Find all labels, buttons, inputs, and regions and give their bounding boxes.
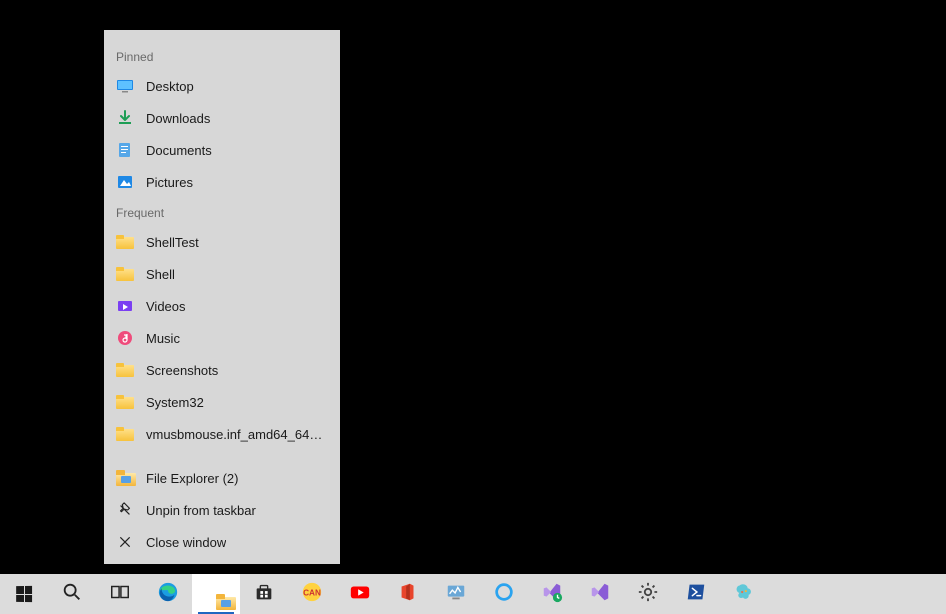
- vs-installer-button[interactable]: [528, 574, 576, 614]
- visual-studio-button[interactable]: [576, 574, 624, 614]
- task-unpin[interactable]: Unpin from taskbar: [104, 494, 340, 526]
- vs-installer-icon: [541, 581, 563, 608]
- task-view-icon: [109, 581, 131, 608]
- windows-logo-icon: [16, 586, 32, 602]
- youtube-icon: [349, 581, 371, 608]
- start-button[interactable]: [0, 574, 48, 614]
- task-label: Close window: [146, 535, 226, 550]
- search-button[interactable]: [48, 574, 96, 614]
- pinned-item-downloads[interactable]: Downloads: [104, 102, 340, 134]
- office-button[interactable]: [384, 574, 432, 614]
- copilot-button[interactable]: [720, 574, 768, 614]
- youtube-button[interactable]: [336, 574, 384, 614]
- folder-icon: [116, 233, 134, 251]
- task-close-window[interactable]: Close window: [104, 526, 340, 558]
- diag-button[interactable]: [432, 574, 480, 614]
- frequent-item-label: System32: [146, 395, 204, 410]
- pinned-item-desktop[interactable]: Desktop: [104, 70, 340, 102]
- task-label: File Explorer (2): [146, 471, 238, 486]
- copilot-icon: [733, 581, 755, 608]
- frequent-header: Frequent: [104, 198, 340, 226]
- frequent-item-label: Music: [146, 331, 180, 346]
- unpin-icon: [116, 501, 134, 519]
- frequent-item-label: ShellTest: [146, 235, 199, 250]
- frequent-item-label: vmusbmouse.inf_amd64_64ac7a0a...: [146, 427, 328, 442]
- frequent-item-label: Videos: [146, 299, 186, 314]
- folder-icon: [116, 361, 134, 379]
- pictures-icon: [116, 173, 134, 191]
- cortana-icon: [493, 581, 515, 608]
- downloads-icon: [116, 109, 134, 127]
- close-icon: [116, 533, 134, 551]
- office-icon: [397, 581, 419, 608]
- edge-button[interactable]: [144, 574, 192, 614]
- desktop-icon: [116, 77, 134, 95]
- search-icon: [61, 581, 83, 608]
- task-label: Unpin from taskbar: [146, 503, 256, 518]
- edge-icon: [157, 581, 179, 608]
- frequent-item-screenshots[interactable]: Screenshots: [104, 354, 340, 386]
- folder-icon: [116, 393, 134, 411]
- settings-button[interactable]: [624, 574, 672, 614]
- canary-button[interactable]: CAN: [288, 574, 336, 614]
- folder-icon: [116, 425, 134, 443]
- pinned-header: Pinned: [104, 42, 340, 70]
- file-explorer-icon: [116, 469, 134, 487]
- pinned-item-label: Pictures: [146, 175, 193, 190]
- gear-icon: [637, 581, 659, 608]
- cortana-button[interactable]: [480, 574, 528, 614]
- task-view-button[interactable]: [96, 574, 144, 614]
- pinned-item-pictures[interactable]: Pictures: [104, 166, 340, 198]
- powershell-button[interactable]: [672, 574, 720, 614]
- frequent-item-label: Shell: [146, 267, 175, 282]
- frequent-item-videos[interactable]: Videos: [104, 290, 340, 322]
- jumplist-tasks: File Explorer (2) Unpin from taskbar Clo…: [104, 454, 340, 564]
- diag-icon: [445, 581, 467, 608]
- file-explorer-button[interactable]: [192, 574, 240, 614]
- frequent-item-shelltest[interactable]: ShellTest: [104, 226, 340, 258]
- task-open-file-explorer[interactable]: File Explorer (2): [104, 462, 340, 494]
- store-button[interactable]: [240, 574, 288, 614]
- documents-icon: [116, 141, 134, 159]
- canary-icon: CAN: [301, 581, 323, 608]
- svg-text:CAN: CAN: [303, 588, 321, 597]
- powershell-icon: [685, 581, 707, 608]
- frequent-item-label: Screenshots: [146, 363, 218, 378]
- music-icon: [116, 329, 134, 347]
- videos-icon: [116, 297, 134, 315]
- visual-studio-icon: [589, 581, 611, 608]
- pinned-item-label: Downloads: [146, 111, 210, 126]
- pinned-item-label: Desktop: [146, 79, 194, 94]
- file-explorer-jumplist: Pinned Desktop Downloads Documents Pictu…: [104, 30, 340, 564]
- folder-icon: [116, 265, 134, 283]
- taskbar: CAN: [0, 574, 946, 614]
- pinned-item-label: Documents: [146, 143, 212, 158]
- frequent-item-system32[interactable]: System32: [104, 386, 340, 418]
- frequent-item-vmusbmouse[interactable]: vmusbmouse.inf_amd64_64ac7a0a...: [104, 418, 340, 450]
- frequent-item-shell[interactable]: Shell: [104, 258, 340, 290]
- pinned-item-documents[interactable]: Documents: [104, 134, 340, 166]
- frequent-item-music[interactable]: Music: [104, 322, 340, 354]
- store-icon: [253, 581, 275, 608]
